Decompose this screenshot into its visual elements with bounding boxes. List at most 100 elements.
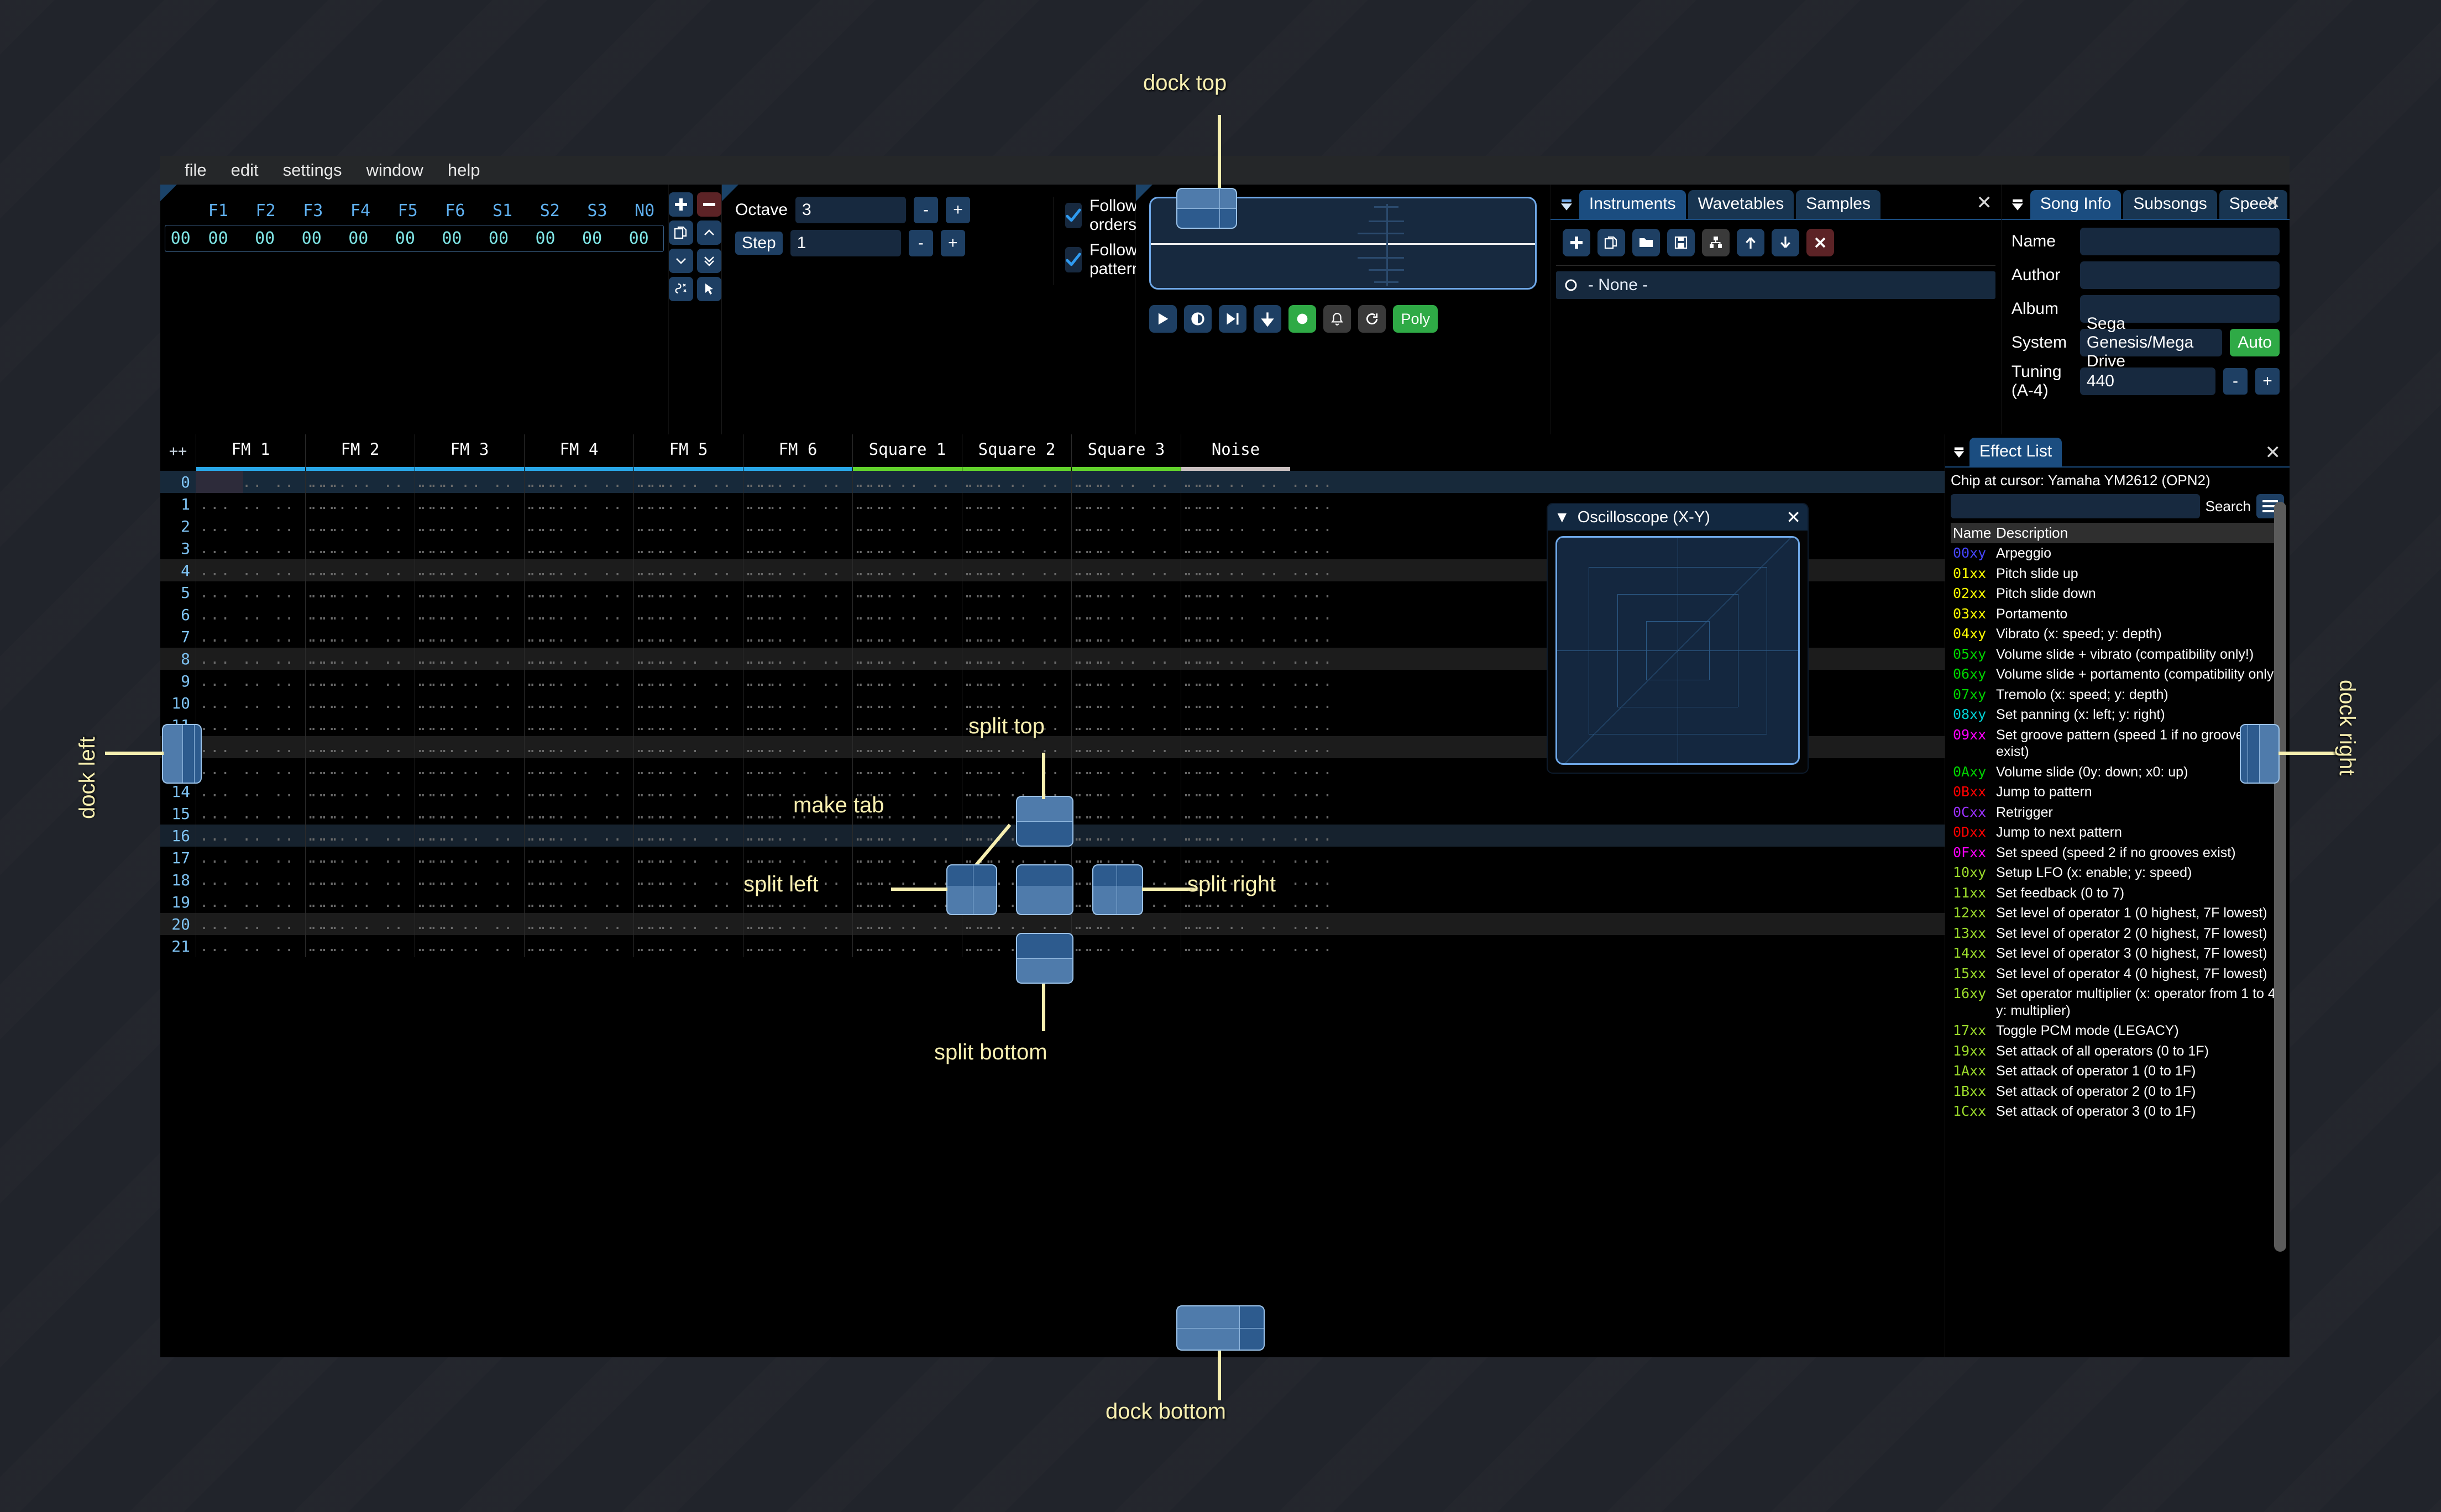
pattern-cell[interactable]: ... .. .. ....	[305, 825, 457, 847]
pattern-cell[interactable]: ... .. .. ....	[633, 581, 785, 603]
orders-header-f6[interactable]: F6	[432, 201, 479, 221]
order-cell-f3[interactable]: 00	[288, 229, 335, 248]
menu-item-file[interactable]: file	[172, 156, 219, 185]
pattern-cell[interactable]: ... .. .. ....	[633, 714, 785, 736]
pattern-cell[interactable]: ... .. .. ....	[415, 935, 566, 957]
pattern-cell[interactable]: ... .. .. ....	[1181, 603, 1332, 626]
pattern-cell[interactable]: ... .. .. ....	[415, 692, 566, 714]
pattern-cell[interactable]: ... .. .. ....	[852, 913, 1004, 935]
order-cell-n0[interactable]: 00	[615, 229, 662, 248]
pattern-cell[interactable]: ... .. .. ....	[415, 758, 566, 780]
octave-decrement-button[interactable]: -	[914, 197, 939, 223]
pattern-cell[interactable]: ... .. .. ....	[305, 559, 457, 581]
pattern-cell[interactable]: ... .. .. ....	[415, 847, 566, 869]
pattern-cell[interactable]: ... .. .. ....	[196, 603, 347, 626]
effect-list-row[interactable]: 05xy Volume slide + vibrato (compatibilit…	[1951, 644, 2284, 665]
duplicate-order-button[interactable]	[669, 221, 693, 245]
effect-list-row[interactable]: 0Cxx Retrigger	[1951, 802, 2284, 823]
orders-header-f4[interactable]: F4	[337, 201, 384, 221]
pattern-cell[interactable]: ... .. .. ....	[1181, 935, 1332, 957]
pattern-cell[interactable]: ... .. .. ....	[415, 780, 566, 802]
pattern-cell[interactable]: ... .. .. ....	[962, 537, 1113, 559]
orders-header-n0[interactable]: N0	[621, 201, 668, 221]
pattern-cell[interactable]: ... .. .. ....	[852, 714, 1004, 736]
channel-header-noise[interactable]: Noise	[1181, 434, 1290, 471]
pattern-cell[interactable]: ... .. .. ....	[633, 780, 785, 802]
effect-list-row[interactable]: 03xx Portamento	[1951, 604, 2284, 624]
pattern-cell[interactable]: ... .. .. ....	[196, 581, 347, 603]
effect-list-row[interactable]: 17xx Toggle PCM mode (LEGACY)	[1951, 1021, 2284, 1041]
pattern-cell[interactable]: ... .. .. ....	[305, 603, 457, 626]
pattern-cell[interactable]: ... .. .. ....	[1071, 603, 1223, 626]
play-button[interactable]	[1149, 305, 1177, 333]
pattern-cell[interactable]: ... .. .. ....	[743, 559, 894, 581]
pattern-cell[interactable]: ... .. .. ....	[305, 758, 457, 780]
pattern-cell[interactable]: ... .. .. ....	[524, 825, 675, 847]
channel-header-fm-4[interactable]: FM 4	[524, 434, 633, 471]
pattern-cell[interactable]: ... .. .. ....	[962, 559, 1113, 581]
pattern-cell[interactable]: ... .. .. ....	[1181, 471, 1332, 493]
dock-right-target[interactable]	[2240, 724, 2280, 784]
song-name-input[interactable]	[2079, 228, 2280, 255]
pattern-cell[interactable]: ... .. .. ....	[1071, 471, 1223, 493]
pattern-cell[interactable]: ... .. .. ....	[633, 515, 785, 537]
pattern-cell[interactable]: ... .. .. ....	[305, 780, 457, 802]
pattern-cell[interactable]: ... .. .. ....	[633, 626, 785, 648]
pattern-cell[interactable]: ... .. .. ....	[196, 802, 347, 825]
pattern-cell[interactable]: ... .. .. ....	[305, 802, 457, 825]
pattern-cell[interactable]: ... .. .. ....	[633, 692, 785, 714]
metronome-button[interactable]	[1323, 305, 1352, 333]
pattern-cell[interactable]: ... .. .. ....	[1181, 515, 1332, 537]
effect-list-row[interactable]: 16xy Set operator multiplier (x: operator…	[1951, 984, 2284, 1021]
step-input[interactable]: 1	[790, 230, 901, 256]
pattern-cell[interactable]: ... .. .. ....	[196, 913, 347, 935]
deselect-order-button[interactable]	[669, 277, 693, 301]
channel-header-square-1[interactable]: Square 1	[852, 434, 962, 471]
effect-list-row[interactable]: 13xx Set level of operator 2 (0 highest, …	[1951, 923, 2284, 944]
channel-header-fm-5[interactable]: FM 5	[633, 434, 743, 471]
pattern-cell[interactable]: ... .. .. ....	[852, 891, 1004, 913]
save-instrument-button[interactable]	[1667, 229, 1695, 256]
pattern-cell[interactable]: ... .. .. ....	[415, 825, 566, 847]
dock-left-target[interactable]	[162, 724, 202, 784]
pattern-cell[interactable]: ... .. .. ....	[743, 471, 894, 493]
channel-header-fm-6[interactable]: FM 6	[743, 434, 852, 471]
song-tuning-input[interactable]: 440	[2079, 368, 2215, 395]
pattern-cell[interactable]: ... .. .. ....	[524, 935, 675, 957]
tab-instruments[interactable]: Instruments	[1579, 190, 1686, 219]
effect-list-row[interactable]: 09xx Set groove pattern (speed 1 if no gr…	[1951, 725, 2284, 762]
poly-mono-toggle[interactable]: Poly	[1393, 305, 1438, 333]
move-order-down-button[interactable]	[669, 249, 693, 273]
pattern-cell[interactable]: ... .. .. ....	[196, 714, 347, 736]
dock-bottom-target[interactable]	[1176, 1305, 1265, 1351]
pattern-cell[interactable]: ... .. .. ....	[415, 869, 566, 891]
pattern-cell[interactable]: ... .. .. ....	[1071, 935, 1223, 957]
pattern-cell[interactable]: ... .. .. ....	[524, 603, 675, 626]
effect-list-row[interactable]: 0Axy Volume slide (0y: down; x0: up)	[1951, 762, 2284, 783]
pattern-cell[interactable]: ... .. .. ....	[196, 648, 347, 670]
pattern-cell[interactable]: ... .. .. ....	[305, 935, 457, 957]
pattern-cell[interactable]: ... .. .. ....	[743, 935, 894, 957]
pattern-cell[interactable]: ... .. .. ....	[196, 869, 347, 891]
instrument-list-item-0[interactable]: - None -	[1555, 271, 1995, 299]
pattern-cell[interactable]: ... .. .. ....	[196, 670, 347, 692]
pattern-cell[interactable]: ... .. .. ....	[196, 736, 347, 758]
play-one-row-button[interactable]	[1254, 305, 1282, 333]
pattern-cell[interactable]: ... .. .. ....	[962, 648, 1113, 670]
pattern-cell[interactable]: ... .. .. ....	[743, 847, 894, 869]
pattern-cell[interactable]: ... .. .. ....	[852, 736, 1004, 758]
follow-orders-checkbox[interactable]	[1065, 203, 1082, 228]
pattern-cell[interactable]: ... .. .. ....	[305, 537, 457, 559]
pattern-cell[interactable]: ... .. .. ....	[633, 537, 785, 559]
pattern-cell[interactable]: ... .. .. ....	[962, 471, 1113, 493]
pattern-cell[interactable]: ... .. .. ....	[633, 670, 785, 692]
pattern-cell[interactable]: ... .. .. ....	[852, 758, 1004, 780]
pattern-cell[interactable]: ... .. .. ....	[1071, 537, 1223, 559]
pattern-cell[interactable]: ... .. .. ....	[1181, 847, 1332, 869]
order-cell-f1[interactable]: 00	[195, 229, 242, 248]
effect-list-row[interactable]: 0Bxx Jump to pattern	[1951, 782, 2284, 802]
pattern-cell[interactable]: ... .. .. ....	[1181, 825, 1332, 847]
pattern-cell[interactable]: ... .. .. ....	[305, 913, 457, 935]
pattern-cell[interactable]: ... .. .. ....	[633, 913, 785, 935]
pattern-cell[interactable]: ... .. .. ....	[633, 758, 785, 780]
